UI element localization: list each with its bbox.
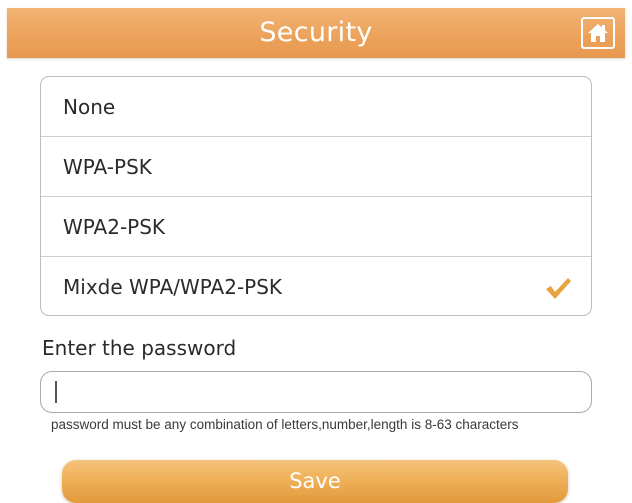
save-button[interactable]: Save bbox=[62, 460, 568, 503]
header-bar: Security bbox=[7, 8, 625, 58]
security-option-list: None WPA-PSK WPA2-PSK Mixde WPA/WPA2-PSK bbox=[40, 76, 592, 316]
option-label: Mixde WPA/WPA2-PSK bbox=[63, 275, 283, 299]
password-label: Enter the password bbox=[42, 336, 237, 360]
option-label: WPA2-PSK bbox=[63, 215, 166, 239]
option-wpa2-psk[interactable]: WPA2-PSK bbox=[41, 197, 591, 257]
option-label: WPA-PSK bbox=[63, 155, 152, 179]
option-label: None bbox=[63, 95, 116, 119]
page-title: Security bbox=[259, 17, 373, 48]
password-input[interactable] bbox=[40, 371, 592, 413]
password-hint: password must be any combination of lett… bbox=[51, 417, 519, 432]
home-button[interactable] bbox=[581, 17, 615, 49]
home-icon bbox=[586, 22, 610, 44]
text-caret bbox=[55, 381, 57, 403]
checkmark-icon bbox=[543, 275, 573, 301]
option-wpa-psk[interactable]: WPA-PSK bbox=[41, 137, 591, 197]
option-mixed-wpa-wpa2-psk[interactable]: Mixde WPA/WPA2-PSK bbox=[41, 257, 591, 315]
option-none[interactable]: None bbox=[41, 77, 591, 137]
security-screen: Security None WPA-PSK WPA2-PSK Mixde WPA… bbox=[0, 0, 632, 503]
